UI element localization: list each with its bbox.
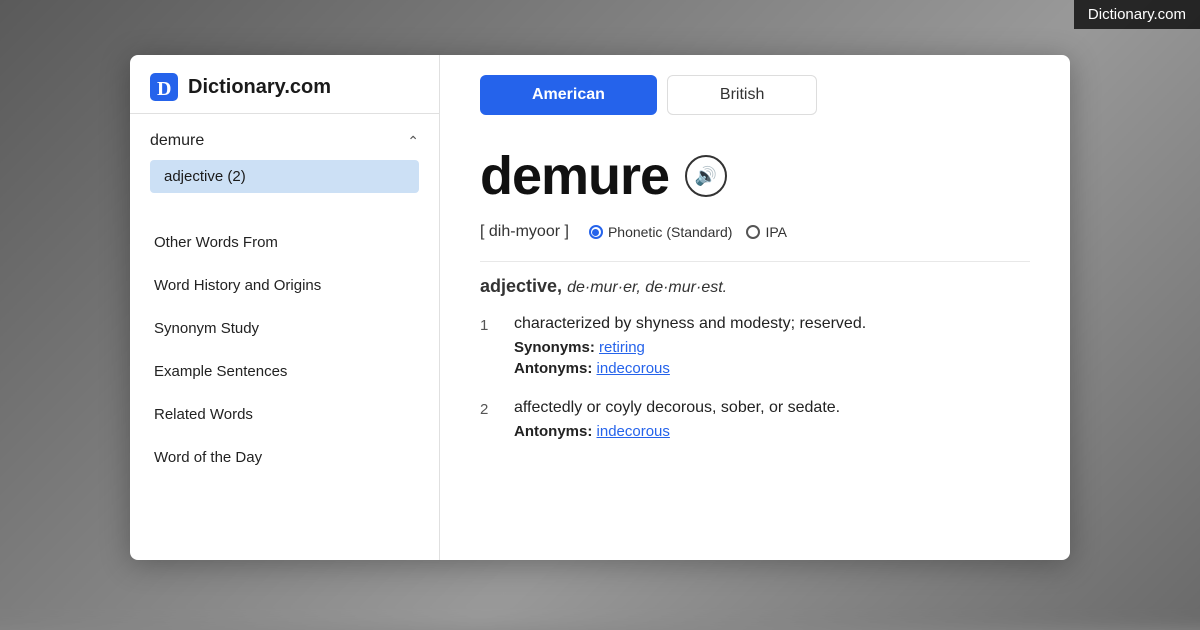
word-section: demure ⌃ adjective (2)	[130, 114, 439, 207]
site-name: Dictionary.com	[188, 76, 331, 99]
radio-ipa[interactable]: IPA	[746, 224, 787, 240]
def-text-1: characterized by shyness and modesty; re…	[514, 315, 1030, 333]
radio-dot-ipa	[746, 225, 760, 239]
sidebar-nav: Other Words From Word History and Origin…	[130, 207, 439, 560]
ipa-label: IPA	[765, 224, 787, 240]
tab-british[interactable]: British	[667, 75, 817, 115]
phonetic-row: [ dih-myoor ] Phonetic (Standard) IPA	[480, 223, 1030, 241]
chevron-up-icon[interactable]: ⌃	[407, 133, 419, 150]
tabs-row: American British	[480, 55, 1030, 135]
phonetic-display: [ dih-myoor ]	[480, 223, 569, 241]
bracket-open: [	[480, 223, 484, 240]
bracket-close: ]	[565, 223, 569, 240]
main-card: D Dictionary.com demure ⌃ adjective (2) …	[130, 55, 1070, 560]
nav-synonym-study[interactable]: Synonym Study	[130, 307, 439, 350]
nav-related-words[interactable]: Related Words	[130, 393, 439, 436]
logo-icon: D	[150, 73, 178, 101]
main-content: American British demure 🔊 [ dih-myoor ] …	[440, 55, 1070, 560]
watermark-label: Dictionary.com	[1074, 0, 1200, 29]
radio-phonetic-standard[interactable]: Phonetic (Standard)	[589, 224, 733, 240]
nav-other-words[interactable]: Other Words From	[130, 221, 439, 264]
speaker-icon: 🔊	[695, 166, 717, 187]
def-content-2: affectedly or coyly decorous, sober, or …	[514, 399, 1030, 444]
speaker-button[interactable]: 🔊	[685, 155, 727, 197]
pos-item-adjective[interactable]: adjective (2)	[150, 160, 419, 193]
word-heading: demure	[480, 145, 669, 207]
svg-text:D: D	[157, 78, 171, 100]
nav-example-sentences[interactable]: Example Sentences	[130, 350, 439, 393]
word-title-row: demure ⌃	[150, 132, 419, 150]
definition-item-1: 1 characterized by shyness and modesty; …	[480, 315, 1030, 381]
def-num-1: 1	[480, 315, 498, 381]
word-heading-row: demure 🔊	[480, 145, 1030, 207]
antonyms-label-2: Antonyms:	[514, 423, 592, 440]
radio-dot-standard	[589, 225, 603, 239]
antonyms-label-1: Antonyms:	[514, 360, 592, 377]
synonyms-label-1: Synonyms:	[514, 339, 595, 356]
def-antonyms-2: Antonyms: indecorous	[514, 423, 1030, 440]
pos-comparatives: de·mur·er, de·mur·est.	[567, 279, 727, 296]
divider	[480, 261, 1030, 262]
pos-line: adjective, de·mur·er, de·mur·est.	[480, 276, 1030, 297]
def-text-2: affectedly or coyly decorous, sober, or …	[514, 399, 1030, 417]
antonyms-link-1[interactable]: indecorous	[597, 360, 670, 377]
phonetic-standard-label: Phonetic (Standard)	[608, 224, 733, 240]
phonetic-options: Phonetic (Standard) IPA	[589, 224, 787, 240]
def-synonyms-1: Synonyms: retiring	[514, 339, 1030, 356]
synonyms-link-1[interactable]: retiring	[599, 339, 645, 356]
definition-item-2: 2 affectedly or coyly decorous, sober, o…	[480, 399, 1030, 444]
def-num-2: 2	[480, 399, 498, 444]
sidebar: D Dictionary.com demure ⌃ adjective (2) …	[130, 55, 440, 560]
pos-bold: adjective,	[480, 276, 562, 296]
sidebar-word-title: demure	[150, 132, 204, 150]
def-antonyms-1: Antonyms: indecorous	[514, 360, 1030, 377]
tab-american[interactable]: American	[480, 75, 657, 115]
nav-word-history[interactable]: Word History and Origins	[130, 264, 439, 307]
definitions-list: 1 characterized by shyness and modesty; …	[480, 315, 1030, 444]
phonetic-text: dih-myoor	[489, 223, 560, 240]
def-content-1: characterized by shyness and modesty; re…	[514, 315, 1030, 381]
nav-word-of-day[interactable]: Word of the Day	[130, 436, 439, 479]
sidebar-header: D Dictionary.com	[130, 55, 439, 114]
antonyms-link-2[interactable]: indecorous	[597, 423, 670, 440]
